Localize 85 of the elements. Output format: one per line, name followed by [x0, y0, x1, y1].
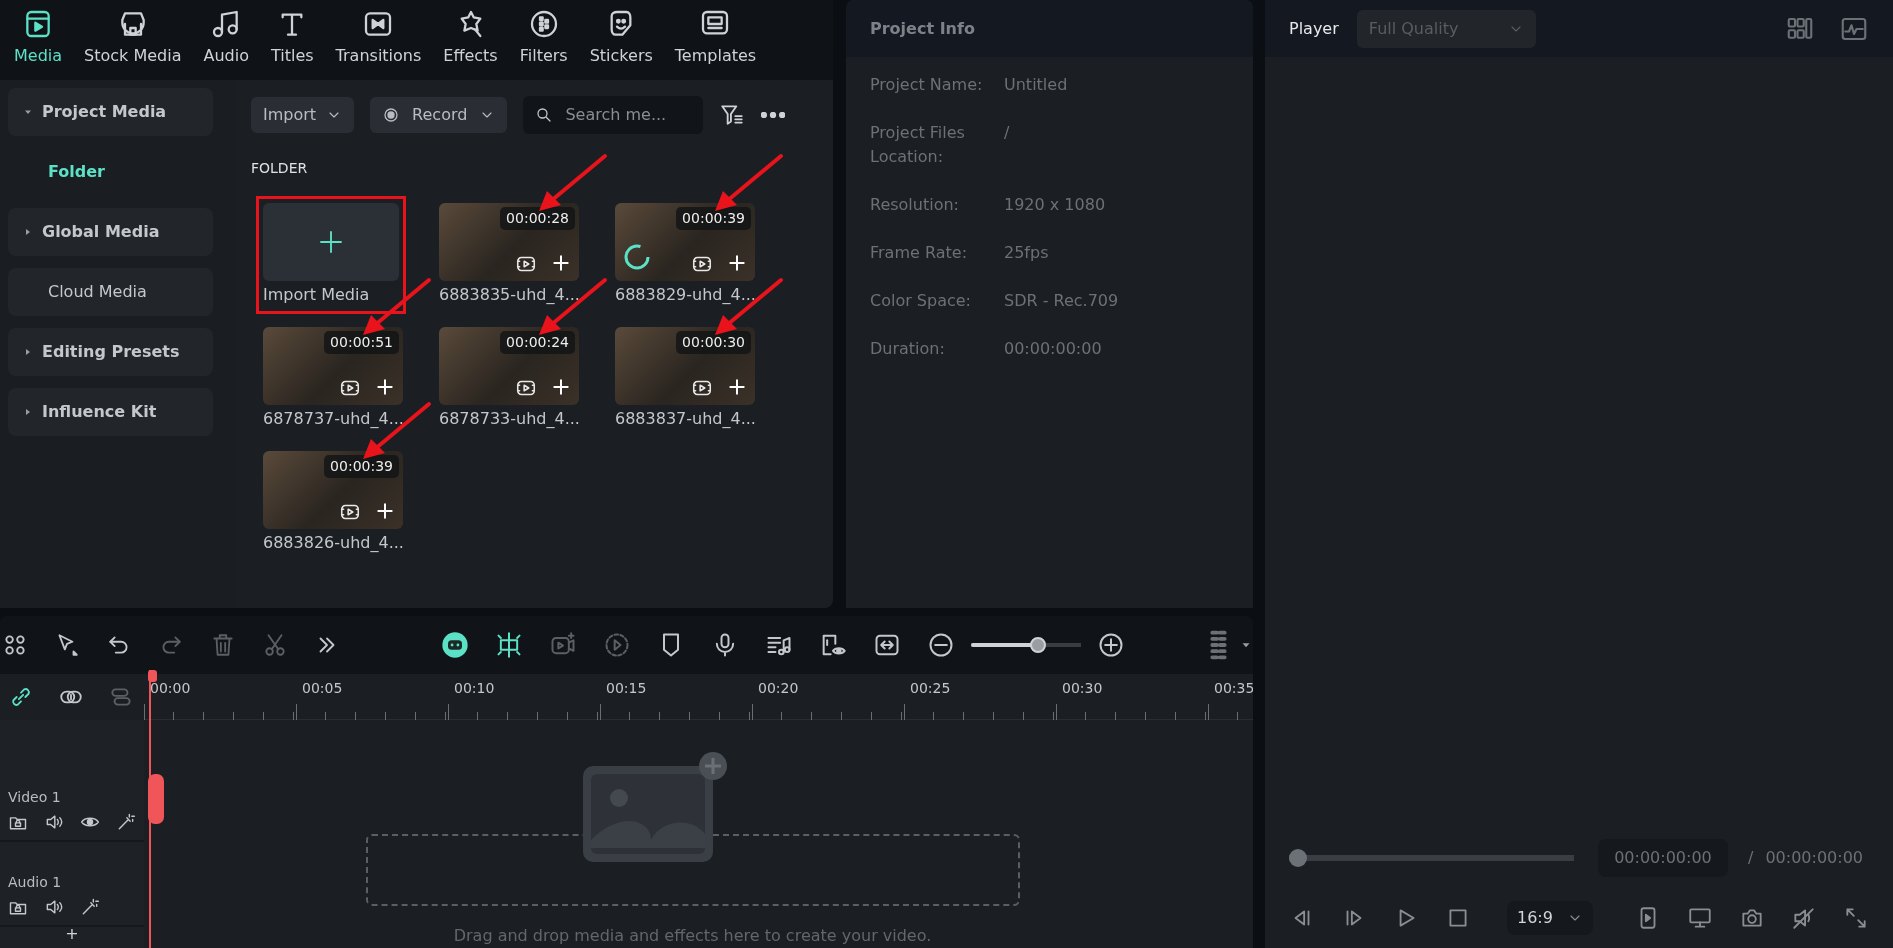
delete-button[interactable] — [210, 632, 236, 659]
ruler-label: 00:00 — [150, 679, 191, 698]
sidebar-item[interactable]: Global Media — [8, 208, 213, 256]
ruler-label: 00:30 — [1062, 679, 1103, 698]
snap-button[interactable] — [495, 631, 523, 660]
field-label: Resolution: — [870, 194, 960, 216]
file-name: 6878737-uhd_4... — [263, 408, 403, 430]
ruler-label: 00:15 — [606, 679, 647, 698]
current-time: 00:00:00:00 — [1598, 839, 1728, 877]
field-value: 25fps — [1004, 242, 1049, 264]
ruler-label: 00:20 — [758, 679, 799, 698]
import-dropdown[interactable]: Import — [251, 97, 355, 133]
field-value: 1920 x 1080 — [1004, 194, 1106, 216]
nav-tab[interactable]: Effects — [433, 0, 508, 68]
filter-sort-button[interactable] — [719, 102, 746, 128]
nav-tab[interactable]: Stock Media — [74, 0, 192, 68]
time-separator: / — [1748, 847, 1754, 869]
ruler-label: 00:25 — [910, 679, 951, 698]
field-value: 00:00:00:00 — [1004, 338, 1102, 360]
tile-label: Import Media — [263, 284, 371, 306]
video-thumbnail[interactable]: 00:00:51 — [263, 327, 403, 405]
nav-tab[interactable]: Filters — [509, 0, 578, 68]
panel-title: Project Info — [870, 17, 975, 40]
field-label: Project Name: — [870, 74, 984, 96]
field-value: Untitled — [1004, 74, 1068, 96]
split-button[interactable] — [262, 632, 288, 659]
track-name: Video 1 — [8, 788, 62, 807]
search-field[interactable]: Search me... — [563, 102, 684, 128]
nav-tab[interactable]: Transitions — [325, 0, 432, 68]
duration-label: 00:00:39 — [676, 207, 751, 230]
video-thumbnail[interactable]: 00:00:39 — [263, 451, 403, 529]
file-name: 6883826-uhd_4... — [263, 532, 403, 554]
duration-label: 00:00:39 — [324, 455, 399, 478]
add-track-button[interactable]: + — [62, 927, 82, 941]
ai-assistant-button[interactable] — [441, 631, 469, 660]
ruler-label: 00:05 — [302, 679, 343, 698]
duration-label: 00:00:24 — [500, 331, 575, 354]
duration-label: 00:00:51 — [324, 331, 399, 354]
record-dropdown[interactable]: Record — [370, 97, 508, 133]
file-name: 6883829-uhd_4... — [615, 284, 755, 306]
display-button[interactable] — [1687, 905, 1713, 931]
effects-wand-icon[interactable] — [116, 812, 136, 832]
drop-zone[interactable] — [365, 834, 1020, 906]
sidebar-item[interactable]: Cloud Media — [8, 268, 213, 316]
sidebar-item[interactable]: Project Media — [8, 88, 213, 136]
file-name: 6878733-uhd_4... — [439, 408, 579, 430]
record-icon — [382, 106, 401, 124]
file-name: 6883837-uhd_4... — [615, 408, 755, 430]
total-time: 00:00:00:00 — [1765, 847, 1863, 869]
track-name: Audio 1 — [8, 873, 63, 892]
duration-label: 00:00:28 — [500, 207, 575, 230]
track-height-button[interactable] — [1210, 630, 1227, 661]
panel-title: Player — [1289, 17, 1339, 40]
video-thumbnail[interactable]: 00:00:24 — [439, 327, 579, 405]
mute-button[interactable] — [1791, 905, 1817, 931]
field-label: Frame Rate: — [870, 242, 968, 264]
video-thumbnail[interactable]: 00:00:30 — [615, 327, 755, 405]
search-box[interactable]: Search me... — [523, 96, 704, 134]
nav-tab[interactable]: Media — [4, 0, 73, 68]
file-name: 6883835-uhd_4... — [439, 284, 579, 306]
nav-tab[interactable]: Titles — [260, 0, 324, 68]
sidebar-item[interactable]: Editing Presets — [8, 328, 213, 376]
sidebar-item[interactable]: Influence Kit — [8, 388, 213, 436]
progress-handle[interactable] — [1289, 849, 1307, 867]
ruler-label: 00:35 — [1214, 679, 1253, 698]
effects-wand-icon[interactable] — [80, 897, 100, 917]
nav-tab[interactable]: Stickers — [579, 0, 663, 68]
zoom-handle[interactable] — [1030, 637, 1047, 654]
sidebar-subitem[interactable]: Folder — [8, 148, 235, 196]
nav-tab[interactable]: Audio — [193, 0, 259, 68]
field-label: Duration: — [870, 338, 946, 360]
folder-heading: FOLDER — [251, 159, 309, 178]
fullscreen-button[interactable] — [1843, 905, 1869, 931]
nav-tab[interactable]: Templates — [664, 0, 767, 68]
ruler-label: 00:10 — [454, 679, 495, 698]
aspect-ratio-dropdown[interactable]: 16:9 — [1507, 901, 1593, 935]
drop-hint: Drag and drop media and effects here to create your video. — [453, 925, 932, 947]
field-label: Project Files Location: — [870, 122, 966, 168]
video-thumbnail[interactable]: 00:00:39 — [615, 203, 755, 281]
video-thumbnail[interactable]: 00:00:28 — [439, 203, 579, 281]
more-button[interactable] — [761, 112, 786, 118]
field-value: SDR - Rec.709 — [1004, 290, 1119, 312]
duration-label: 00:00:30 — [676, 331, 751, 354]
field-label: Color Space: — [870, 290, 972, 312]
field-value: / — [1004, 122, 1010, 144]
